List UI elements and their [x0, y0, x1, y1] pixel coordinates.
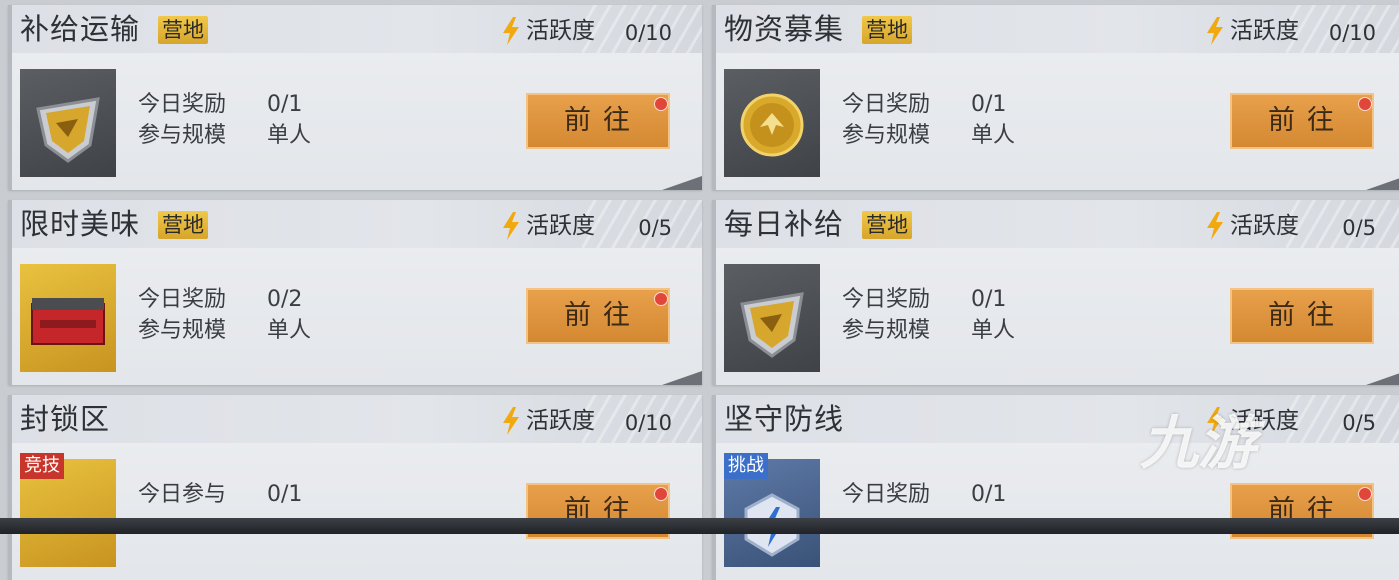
task-card-limited-delicacy: 限时美味 营地 活跃度 0/5 今日奖励 0/2 参与规模 单人 前往	[8, 200, 702, 385]
corner-decoration	[662, 371, 702, 385]
task-card-daily-supply: 每日补给 营地 活跃度 0/5 今日奖励 0/1 参与规模 单人 前往	[712, 200, 1399, 385]
activity-value: 0/5	[1342, 216, 1376, 240]
task-card-lockdown-zone: 封锁区 活跃度 0/10 竞技 今日参与 0/1 前往	[8, 395, 702, 580]
bottom-bar	[0, 518, 1399, 534]
scale-value: 单人	[267, 318, 312, 343]
daily-participation-label: 今日参与	[138, 482, 227, 507]
corner-decoration	[1366, 371, 1399, 385]
shield-badge-icon	[740, 292, 804, 358]
supply-crate-icon	[31, 298, 105, 345]
card-header	[12, 395, 702, 443]
corner-decoration	[662, 176, 702, 190]
scale-value: 单人	[267, 123, 312, 148]
notification-dot	[654, 97, 668, 111]
daily-reward-label: 今日奖励	[842, 287, 931, 312]
card-title: 限时美味	[20, 207, 141, 241]
lightning-icon	[1207, 17, 1223, 45]
task-card-material-collection: 物资募集 营地 活跃度 0/10 今日奖励 0/1 参与规模 单人 前往	[712, 5, 1399, 190]
reward-image-red-crate	[20, 264, 116, 372]
scale-value: 单人	[971, 318, 1016, 343]
activity-value: 0/5	[638, 216, 672, 240]
daily-reward-value: 0/1	[971, 287, 1007, 312]
go-button[interactable]: 前往	[1230, 288, 1374, 344]
scale-label: 参与规模	[138, 318, 227, 343]
camp-tag: 营地	[862, 16, 912, 44]
activity-value: 0/10	[624, 21, 672, 45]
activity-label: 活跃度	[526, 408, 595, 434]
watermark-logo: 九游	[1140, 409, 1257, 477]
go-button[interactable]: 前往	[526, 93, 670, 149]
activity-label: 活跃度	[1230, 18, 1299, 44]
reward-image-gold-coin	[724, 69, 820, 177]
daily-participation-value: 0/1	[267, 482, 303, 507]
notification-dot	[1358, 97, 1372, 111]
card-title: 每日补给	[724, 207, 845, 241]
activity-label: 活跃度	[526, 18, 595, 44]
competitive-badge: 竞技	[20, 453, 64, 479]
notification-dot	[654, 487, 668, 501]
activity-label: 活跃度	[526, 213, 595, 239]
go-button[interactable]: 前往	[526, 288, 670, 344]
scale-label: 参与规模	[842, 123, 931, 148]
activity-value: 0/10	[624, 411, 672, 435]
card-title: 坚守防线	[724, 402, 845, 436]
daily-reward-value: 0/1	[267, 92, 303, 117]
daily-reward-label: 今日奖励	[842, 92, 931, 117]
daily-reward-label: 今日奖励	[842, 482, 931, 507]
daily-reward-label: 今日奖励	[138, 287, 227, 312]
camp-tag: 营地	[158, 16, 208, 44]
challenge-badge: 挑战	[724, 453, 768, 479]
card-title: 封锁区	[20, 402, 111, 436]
card-title: 物资募集	[724, 12, 845, 46]
lightning-icon	[503, 212, 519, 240]
scale-label: 参与规模	[842, 318, 931, 343]
lightning-icon	[503, 17, 519, 45]
lightning-icon	[503, 407, 519, 435]
lightning-icon	[1207, 212, 1223, 240]
daily-reward-value: 0/1	[971, 92, 1007, 117]
activity-label: 活跃度	[1230, 213, 1299, 239]
camp-tag: 营地	[862, 211, 912, 239]
activity-value: 0/10	[1328, 21, 1376, 45]
daily-reward-label: 今日奖励	[138, 92, 227, 117]
shield-badge-icon	[36, 97, 100, 163]
notification-dot	[654, 292, 668, 306]
scale-value: 单人	[971, 123, 1016, 148]
card-title: 补给运输	[20, 12, 141, 46]
daily-reward-value: 0/2	[267, 287, 303, 312]
corner-decoration	[1366, 176, 1399, 190]
camp-tag: 营地	[158, 211, 208, 239]
task-card-supply-transport: 补给运输 营地 活跃度 0/10 今日奖励 0/1 参与规模 单人 前往	[8, 5, 702, 190]
daily-reward-value: 0/1	[971, 482, 1007, 507]
reward-image-shield-badge	[724, 264, 820, 372]
reward-image-shield-badge	[20, 69, 116, 177]
scale-label: 参与规模	[138, 123, 227, 148]
gold-coin-icon	[740, 93, 804, 157]
go-button[interactable]: 前往	[1230, 93, 1374, 149]
